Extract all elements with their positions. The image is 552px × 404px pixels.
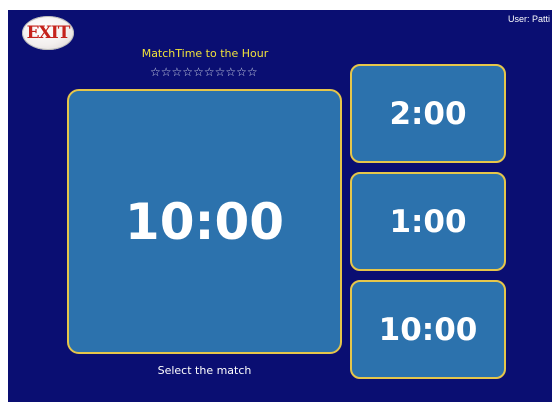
choice-time-2: 1:00 xyxy=(389,203,467,240)
star-empty-icon: ☆ xyxy=(171,65,183,79)
star-rating: ☆ ☆ ☆ ☆ ☆ ☆ ☆ ☆ ☆ ☆ xyxy=(150,66,258,78)
instruction-text: Select the match xyxy=(157,364,252,377)
user-label: User: Patti xyxy=(507,14,550,24)
choice-button-2[interactable]: 1:00 xyxy=(350,172,506,271)
choice-button-1[interactable]: 2:00 xyxy=(350,64,506,163)
choice-time-3: 10:00 xyxy=(378,311,478,348)
star-empty-icon: ☆ xyxy=(150,65,161,79)
star-empty-icon: ☆ xyxy=(214,65,226,79)
target-clock-card: 10:00 xyxy=(67,89,342,354)
star-empty-icon: ☆ xyxy=(182,65,194,79)
star-empty-icon: ☆ xyxy=(225,65,237,79)
game-screen: EXIT User: Patti MatchTime to the Hour ☆… xyxy=(8,10,552,402)
choice-time-1: 2:00 xyxy=(389,95,467,132)
exit-button-label: EXIT xyxy=(26,23,71,43)
star-empty-icon: ☆ xyxy=(193,65,204,79)
star-empty-icon: ☆ xyxy=(203,65,215,79)
star-empty-icon: ☆ xyxy=(246,65,258,79)
target-time: 10:00 xyxy=(124,192,285,251)
choice-button-3[interactable]: 10:00 xyxy=(350,280,506,379)
game-title: MatchTime to the Hour xyxy=(141,47,269,60)
star-empty-icon: ☆ xyxy=(160,65,172,79)
star-empty-icon: ☆ xyxy=(236,65,247,79)
exit-button[interactable]: EXIT xyxy=(22,16,74,50)
